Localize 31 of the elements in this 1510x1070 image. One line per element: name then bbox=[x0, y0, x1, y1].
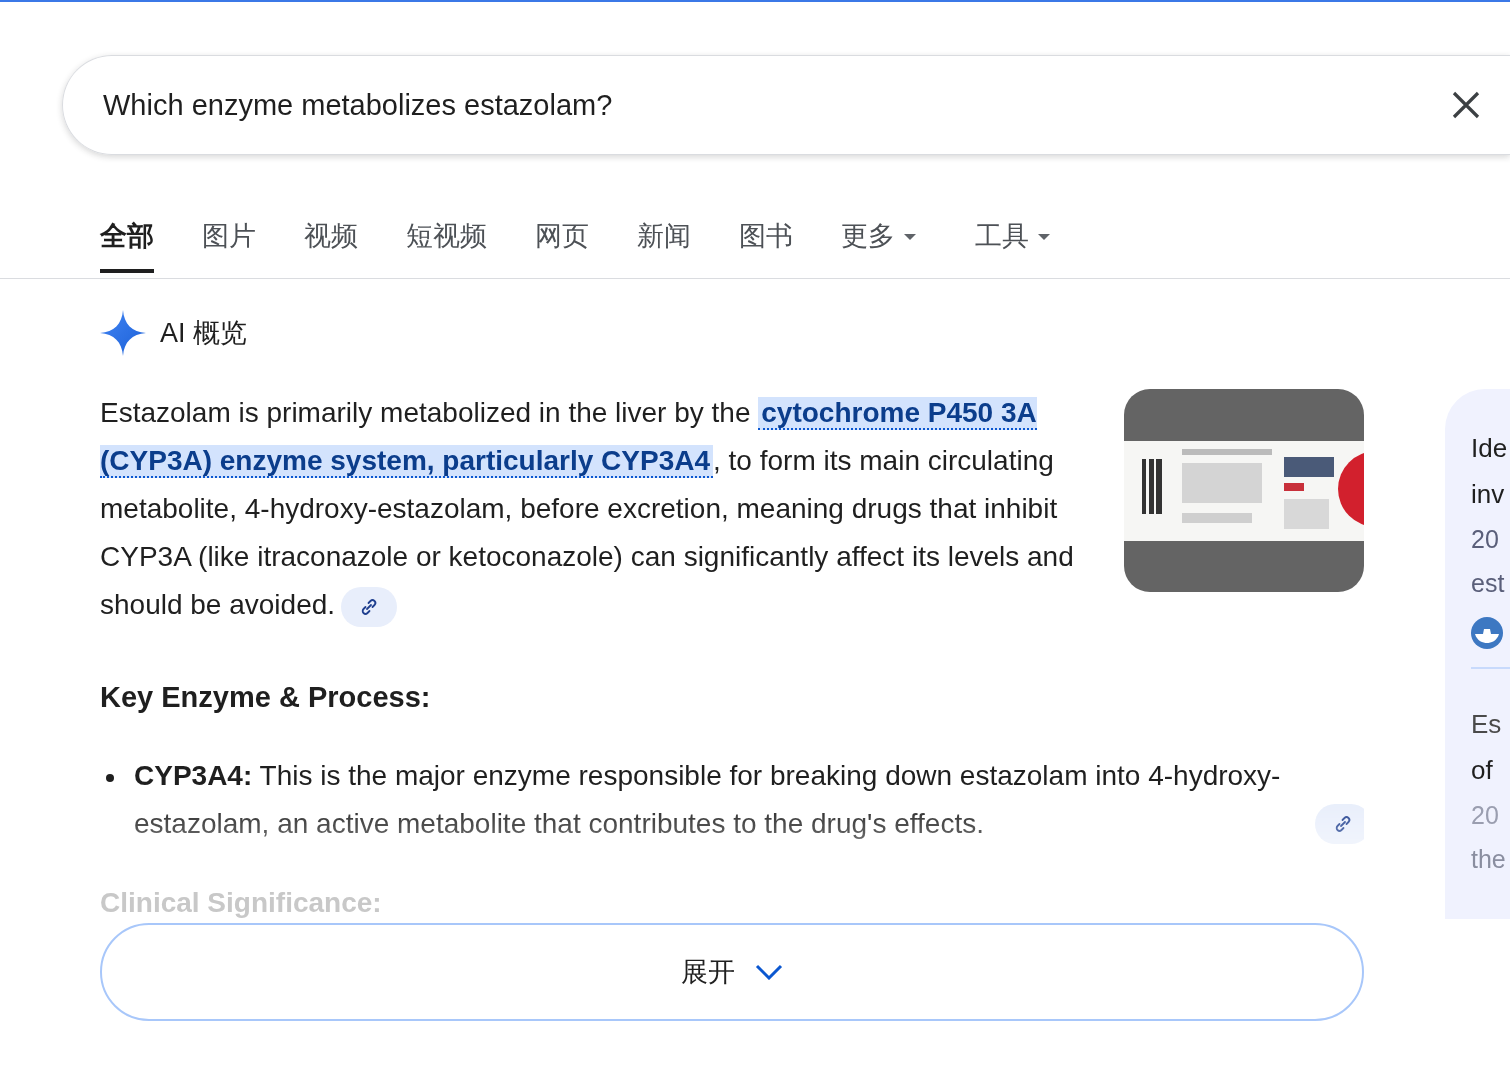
source-snippet: est bbox=[1471, 569, 1505, 597]
caret-icon bbox=[1037, 232, 1051, 242]
link-button[interactable] bbox=[341, 586, 398, 627]
expand-button[interactable]: 展开 bbox=[100, 923, 1364, 1021]
bullet-dot bbox=[106, 774, 114, 782]
source-snippet: 20 bbox=[1471, 525, 1499, 553]
source-snippet: 20 bbox=[1471, 801, 1499, 829]
source-title[interactable]: Ide bbox=[1471, 433, 1508, 463]
overview-title: AI 概览 bbox=[160, 317, 247, 350]
source-title[interactable]: of bbox=[1471, 755, 1493, 785]
search-tab[interactable]: 更多 bbox=[841, 215, 917, 273]
section-heading: Key Enzyme & Process: bbox=[100, 681, 432, 714]
search-tab[interactable]: 短视频 bbox=[406, 215, 487, 273]
source-title[interactable]: inv bbox=[1471, 479, 1505, 509]
bullet-text: CYP3A4: This is the major enzyme responsible for breaking down estazolam into 4-hydroxy-estazolam, an active metabolite that contributes to the drug's effects. bbox=[134, 759, 1282, 841]
search-query: Which enzyme metabolizes estazolam? bbox=[103, 88, 614, 122]
close-icon[interactable] bbox=[1451, 90, 1481, 120]
caret-icon bbox=[903, 232, 917, 242]
source-title[interactable]: Es bbox=[1471, 709, 1502, 739]
search-tab[interactable]: 视频 bbox=[304, 215, 358, 273]
search-tab[interactable]: 工具 bbox=[975, 215, 1051, 273]
chevron-icon bbox=[755, 964, 783, 980]
search-tab[interactable]: 图书 bbox=[739, 215, 793, 273]
search-tab[interactable]: 图片 bbox=[202, 215, 256, 273]
sparkle-icon bbox=[100, 310, 146, 356]
source-card[interactable]: Ide inv 20 est Es of 20 the bbox=[1445, 389, 1510, 919]
search-tab[interactable]: 全部 bbox=[100, 215, 154, 273]
link-icon bbox=[1333, 814, 1353, 834]
search-tab[interactable]: 网页 bbox=[535, 215, 589, 273]
source-snippet: the bbox=[1471, 845, 1506, 873]
search-tab[interactable]: 新闻 bbox=[637, 215, 691, 273]
